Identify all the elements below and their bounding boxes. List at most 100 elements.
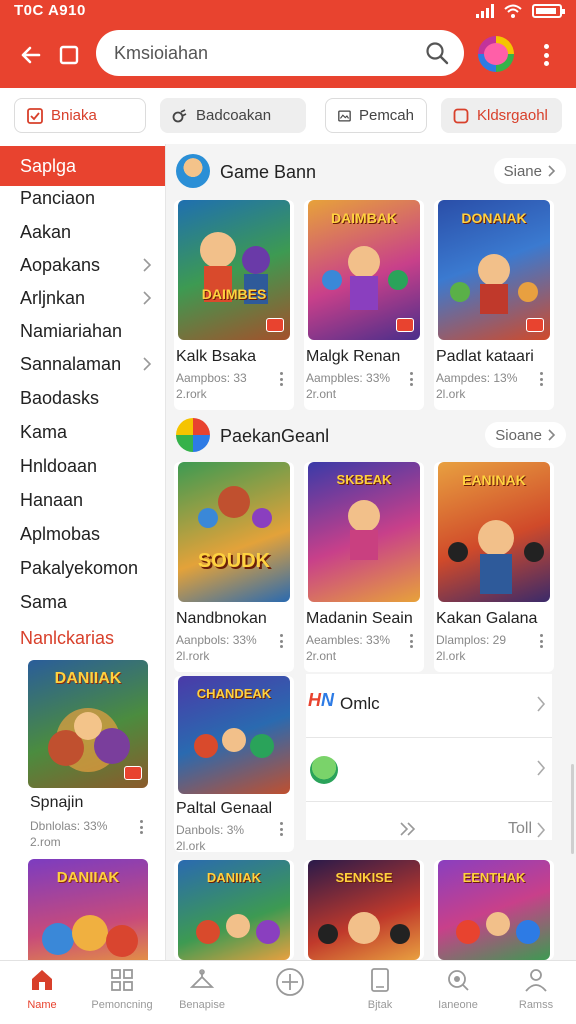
game-card[interactable]: EENTHAK [434, 860, 554, 960]
avatar[interactable] [478, 36, 514, 72]
game-title: Kakan Galana [436, 610, 538, 627]
game-card[interactable]: SKBEAK Madanin Seain Aeambles: 33% 2r.on… [304, 462, 424, 672]
more-options-icon[interactable] [140, 820, 144, 834]
chevron-right-icon [548, 429, 556, 441]
section-header: Game Bann Siane [176, 154, 566, 194]
search-icon[interactable] [424, 40, 450, 66]
more-options-icon[interactable] [540, 634, 544, 648]
sidebar-item[interactable]: Pakalyekomon [20, 558, 160, 590]
double-chevron-icon [400, 822, 416, 836]
game-meta: 2l.ork [436, 387, 466, 401]
more-options-icon[interactable] [280, 634, 284, 648]
scrollbar[interactable] [571, 764, 574, 854]
filter-chips: Bniaka Badcoakan Pemcah Kldsrgaohl [0, 88, 576, 144]
nav-item[interactable]: Bjtak [340, 967, 420, 1021]
grid-icon [111, 969, 133, 991]
nav-home[interactable]: Name [2, 967, 82, 1021]
game-card[interactable]: SOUDK Nandbnokan Aanpbols: 33% 2l.rork [174, 462, 294, 672]
sidebar-item-label: Namiariahan [20, 321, 123, 341]
cover-title: SKBEAK [336, 472, 392, 487]
more-options-icon[interactable] [410, 372, 414, 386]
chevron-right-icon [143, 291, 152, 305]
home-icon [32, 970, 52, 990]
sidebar-item[interactable]: Hnldoaan [20, 456, 160, 488]
cover-title: DAIMBES [201, 286, 267, 302]
game-cover-image: EENTHAK [438, 860, 550, 960]
status-icons [476, 2, 565, 20]
nav-item[interactable]: Pemoncning [82, 967, 162, 1021]
sidebar-item[interactable]: Sama [20, 592, 160, 624]
badge-icon [124, 766, 142, 780]
see-more-button[interactable]: Siane [493, 158, 566, 184]
game-cover-image: EANINAK [438, 462, 550, 602]
back-button[interactable] [14, 38, 48, 72]
section-title: Game Bann [220, 162, 317, 182]
more-options-icon[interactable] [540, 372, 544, 386]
game-card[interactable]: SENKISE [304, 860, 424, 960]
sidebar-game-card[interactable]: DANIIAK [28, 859, 150, 960]
sidebar-item-label: Pakalyekomon [20, 558, 139, 578]
list-item[interactable] [306, 738, 552, 802]
chip-label: Badcoakan [196, 107, 272, 124]
game-meta: Aampdes: 13% [436, 371, 518, 385]
more-options-icon[interactable] [280, 372, 284, 386]
nav-item[interactable]: Ramss [496, 967, 576, 1021]
cover-title: CHANDEAK [196, 686, 272, 701]
overflow-menu-button[interactable] [534, 40, 558, 70]
game-cover-image: DANIIAK [178, 860, 290, 960]
game-meta: Aampbos: 33 [176, 371, 247, 385]
game-title: Spnajin [30, 794, 84, 811]
brand-logo-icon: HN [308, 690, 334, 710]
see-more-label: Siane [503, 162, 542, 180]
cover-title: EANINAK [462, 472, 526, 488]
game-card[interactable]: CHANDEAK Paltal Genaal Danbols: 3% 2l.or… [174, 676, 294, 853]
sidebar-item[interactable]: Baodasks [20, 388, 160, 420]
game-card[interactable]: EANINAK Kakan Galana Dlamplos: 29 2l.ork [434, 462, 554, 672]
sidebar-item[interactable]: Panciaon [20, 188, 160, 220]
cover-title: SENKISE [335, 870, 393, 885]
chevron-right-icon [143, 258, 152, 272]
sidebar-item[interactable]: Hanaan [20, 490, 160, 522]
sidebar-item[interactable]: Aopakans [20, 255, 160, 287]
sidebar-item[interactable]: Arljnkan [20, 288, 160, 320]
sidebar-item[interactable]: Sannalaman [20, 354, 160, 386]
nav-add-button[interactable] [250, 967, 330, 1021]
sidebar-item[interactable]: Kama [20, 422, 160, 454]
sidebar-item-active[interactable]: Saplga [0, 146, 165, 186]
game-card[interactable]: DONAIAK Padlat kataari Aampdes: 13% 2l.o… [434, 200, 554, 410]
nav-item[interactable]: Ianeone [418, 967, 498, 1021]
game-card[interactable]: DAIMBES Kalk Bsaka Aampbos: 33 2.rork [174, 200, 294, 410]
badge-icon [266, 318, 284, 332]
more-options-icon[interactable] [410, 634, 414, 648]
bottom-navigation: Name Pemoncning Benapise Bjtak Ianeone R… [0, 960, 576, 1024]
tabs-button[interactable] [56, 42, 82, 68]
list-item[interactable]: HN Omlc [306, 674, 552, 738]
chip-kldsrgaohl[interactable]: Kldsrgaohl [441, 98, 562, 133]
search-bar[interactable]: Kmsioiahan [96, 30, 464, 76]
game-meta: Aanpbols: 33% [176, 633, 257, 647]
see-more-button[interactable]: Sioane [485, 422, 566, 448]
nav-item[interactable]: Benapise [162, 967, 242, 1021]
chip-pemcah[interactable]: Pemcah [325, 98, 427, 133]
sidebar-item[interactable]: Aplmobas [20, 524, 160, 556]
list-item[interactable]: Toll [306, 802, 552, 866]
sidebar-item[interactable]: Aakan [20, 222, 160, 254]
game-card[interactable]: DANIIAK [174, 860, 294, 960]
chip-badcoakan[interactable]: Badcoakan [160, 98, 306, 133]
section-logo-icon [176, 418, 210, 452]
sidebar-item[interactable]: Namiariahan [20, 321, 160, 353]
chip-bniaka[interactable]: Bniaka [14, 98, 146, 133]
sidebar-item-label: Hnldoaan [20, 456, 98, 476]
image-icon [338, 109, 351, 122]
sidebar: Saplga Panciaon Aakan Aopakans Arljnkan … [0, 144, 166, 960]
game-meta: 2l.rork [176, 649, 210, 663]
chip-label: Kldsrgaohl [477, 107, 548, 124]
more-options-icon[interactable] [280, 822, 284, 836]
search-input[interactable]: Kmsioiahan [114, 43, 208, 64]
game-title: Paltal Genaal [176, 800, 273, 817]
game-card[interactable]: DAIMBAK Malgk Renan Aampbles: 33% 2r.ont [304, 200, 424, 410]
game-cover-image: DONAIAK [438, 200, 550, 340]
sidebar-game-card[interactable]: DANIIAK Spnajin Dbnlolas: 33% 2.rom [28, 660, 150, 860]
section-header: PaekanGeanl Sioane [176, 418, 566, 458]
chevron-right-icon [537, 760, 546, 776]
